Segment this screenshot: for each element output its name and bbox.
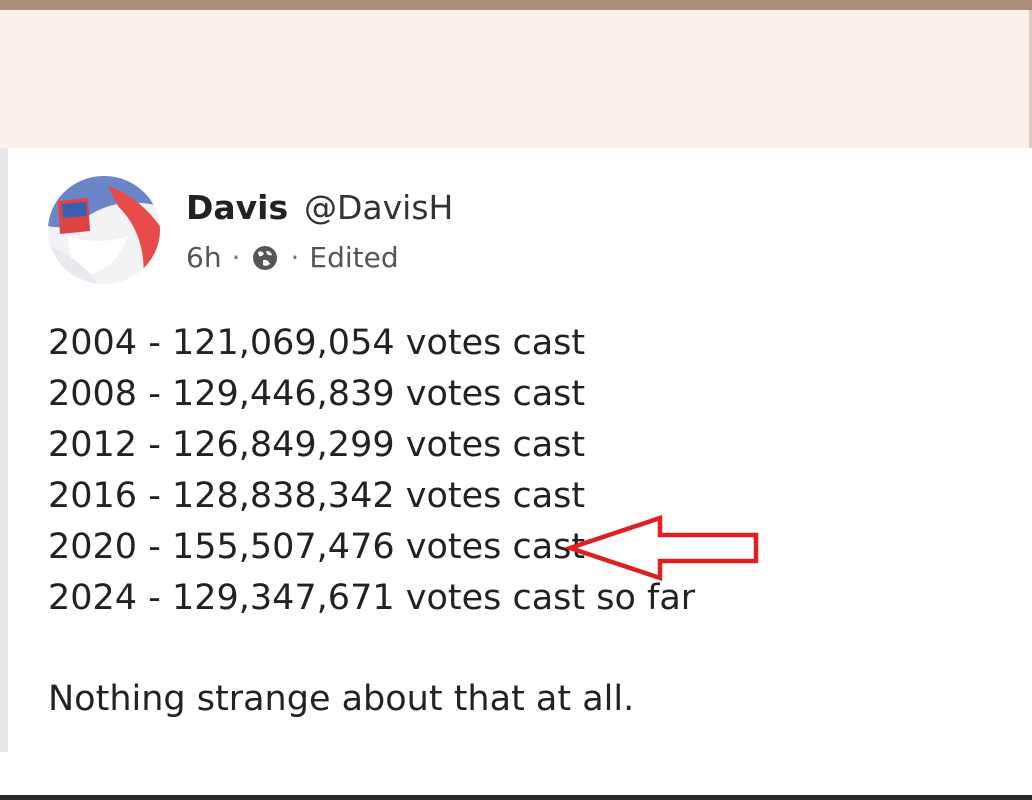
meta-separator: · <box>290 241 300 274</box>
globe-icon <box>250 243 280 273</box>
post-left-border <box>0 148 8 752</box>
vote-line-2008: 2008 - 129,446,839 votes cast <box>48 374 586 414</box>
post-meta: 6h · · Edited <box>186 241 399 274</box>
top-bar <box>0 0 1032 10</box>
meta-separator: · <box>231 241 241 274</box>
vote-line-2012: 2012 - 126,849,299 votes cast <box>48 425 586 465</box>
author-handle[interactable]: @DavisH <box>304 188 453 227</box>
red-arrow-annotation <box>562 514 762 585</box>
post-time[interactable]: 6h <box>186 241 222 274</box>
bottom-divider <box>0 795 1032 800</box>
post-closing-text: Nothing strange about that at all. <box>48 679 635 719</box>
author-name[interactable]: Davis <box>186 188 288 227</box>
header-band <box>0 10 1032 148</box>
avatar[interactable] <box>48 176 160 284</box>
vote-line-2004: 2004 - 121,069,054 votes cast <box>48 323 586 363</box>
edited-label[interactable]: Edited <box>309 241 398 274</box>
